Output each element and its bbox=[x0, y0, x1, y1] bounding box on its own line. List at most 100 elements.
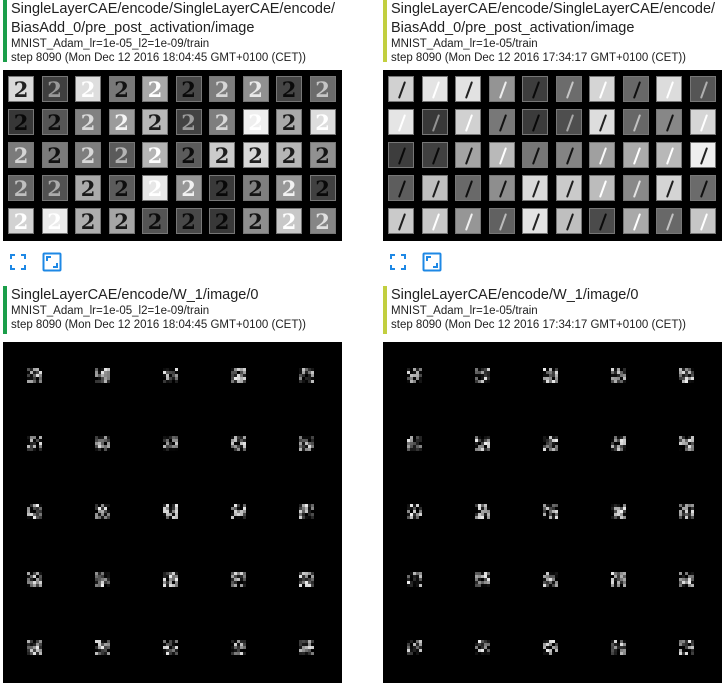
digit-stroke bbox=[464, 81, 474, 99]
digit-stroke bbox=[665, 147, 675, 165]
digit-glyph: 2 bbox=[114, 110, 129, 135]
digit-stroke bbox=[498, 114, 507, 132]
digit-stroke bbox=[598, 114, 608, 132]
digit-stroke bbox=[598, 180, 608, 198]
digit-glyph: 2 bbox=[147, 209, 163, 234]
weights-image[interactable] bbox=[3, 342, 342, 683]
activation-thumbnail bbox=[455, 76, 481, 102]
digit-glyph: 2 bbox=[281, 77, 297, 102]
digit-glyph: 2 bbox=[181, 110, 196, 135]
card-title-line2: BiasAdd_0/pre_post_activation/image bbox=[11, 20, 255, 36]
digit-glyph: 2 bbox=[315, 209, 330, 234]
weight-filter bbox=[163, 640, 178, 655]
weight-filter bbox=[679, 640, 694, 655]
digit-glyph: 2 bbox=[181, 176, 196, 201]
weights-image[interactable] bbox=[383, 342, 722, 683]
activation-thumbnail bbox=[388, 76, 414, 102]
image-card-weights-run1: SingleLayerCAE/encode/W_1/image/0 MNIST_… bbox=[3, 286, 345, 334]
activation-thumbnail bbox=[689, 175, 716, 201]
weight-filter bbox=[475, 436, 490, 451]
fit-screen-icon[interactable] bbox=[388, 252, 408, 272]
digit-stroke bbox=[699, 147, 708, 165]
digit-stroke bbox=[632, 81, 641, 99]
digit-glyph: 2 bbox=[47, 110, 62, 135]
fit-screen-icon[interactable] bbox=[8, 252, 28, 272]
digit-glyph: 2 bbox=[80, 77, 96, 102]
run-name: MNIST_Adam_lr=1e-05_l2=1e-09/train bbox=[11, 305, 210, 317]
digit-glyph: 2 bbox=[114, 77, 129, 102]
activation-thumbnail bbox=[689, 208, 716, 234]
digit-glyph: 2 bbox=[147, 143, 163, 168]
run-color-bar bbox=[3, 286, 7, 334]
weight-filter bbox=[611, 436, 626, 451]
weight-filter bbox=[95, 572, 110, 587]
activation-thumbnail bbox=[689, 142, 716, 168]
weight-filter bbox=[407, 572, 422, 587]
digit-glyph: 2 bbox=[80, 209, 96, 234]
weight-filter bbox=[299, 640, 314, 655]
activation-image-grid[interactable]: 2222222222222222222222222222222222222222… bbox=[3, 70, 342, 241]
activation-thumbnail bbox=[488, 76, 515, 102]
weight-filter bbox=[299, 368, 314, 383]
activation-thumbnail bbox=[522, 175, 548, 201]
card-header: SingleLayerCAE/encode/SingleLayerCAE/enc… bbox=[3, 0, 345, 64]
activation-thumbnail bbox=[555, 208, 582, 234]
weight-filter bbox=[95, 504, 110, 519]
activation-thumbnail bbox=[488, 109, 515, 135]
activation-thumbnail bbox=[522, 76, 548, 102]
weight-filter bbox=[163, 368, 178, 383]
weight-filter bbox=[407, 640, 422, 655]
digit-stroke bbox=[565, 180, 574, 198]
digit-glyph: 2 bbox=[315, 176, 330, 201]
activation-thumbnail: 2 bbox=[75, 142, 101, 168]
weight-filter bbox=[543, 504, 558, 519]
actual-size-icon[interactable] bbox=[42, 252, 62, 272]
weight-filter bbox=[27, 436, 42, 451]
activation-thumbnail: 2 bbox=[242, 175, 269, 201]
activation-thumbnail: 2 bbox=[142, 142, 168, 168]
digit-glyph: 2 bbox=[47, 143, 62, 168]
activation-thumbnail bbox=[589, 208, 615, 234]
image-card-weights-run2: SingleLayerCAE/encode/W_1/image/0 MNIST_… bbox=[383, 286, 724, 334]
digit-glyph: 2 bbox=[114, 209, 129, 234]
step-info: step 8090 (Mon Dec 12 2016 18:04:45 GMT+… bbox=[11, 51, 307, 64]
weight-filter bbox=[679, 504, 694, 519]
digit-glyph: 2 bbox=[248, 77, 263, 102]
digit-stroke bbox=[565, 81, 574, 99]
weight-filter bbox=[475, 640, 490, 655]
actual-size-icon[interactable] bbox=[422, 252, 442, 272]
digit-stroke bbox=[598, 213, 608, 231]
activation-thumbnail: 2 bbox=[75, 109, 101, 135]
weight-filter bbox=[679, 436, 694, 451]
activation-image-grid[interactable] bbox=[383, 70, 722, 241]
digit-stroke bbox=[665, 180, 675, 198]
activation-thumbnail: 2 bbox=[175, 109, 202, 135]
digit-stroke bbox=[431, 147, 440, 165]
activation-thumbnail: 2 bbox=[41, 76, 68, 102]
digit-glyph: 2 bbox=[214, 176, 230, 201]
digit-glyph: 2 bbox=[80, 143, 96, 168]
activation-thumbnail: 2 bbox=[75, 208, 101, 234]
weight-filter bbox=[611, 368, 626, 383]
weight-filter bbox=[407, 504, 422, 519]
weight-filter bbox=[163, 436, 178, 451]
digit-stroke bbox=[397, 180, 407, 198]
weight-filter bbox=[27, 504, 42, 519]
activation-thumbnail bbox=[488, 208, 515, 234]
image-card-activation-run1: SingleLayerCAE/encode/SingleLayerCAE/enc… bbox=[3, 0, 345, 64]
activation-thumbnail: 2 bbox=[276, 142, 302, 168]
weight-filter bbox=[163, 504, 178, 519]
activation-thumbnail: 2 bbox=[309, 208, 336, 234]
weight-filter bbox=[95, 436, 110, 451]
digit-stroke bbox=[464, 213, 474, 231]
digit-stroke bbox=[699, 180, 708, 198]
digit-stroke bbox=[498, 180, 507, 198]
activation-thumbnail bbox=[522, 142, 548, 168]
activation-thumbnail bbox=[555, 142, 582, 168]
activation-thumbnail: 2 bbox=[309, 109, 336, 135]
activation-thumbnail: 2 bbox=[142, 208, 168, 234]
image-controls bbox=[8, 252, 68, 274]
weight-filter bbox=[543, 436, 558, 451]
digit-stroke bbox=[431, 213, 440, 231]
digit-stroke bbox=[397, 147, 407, 165]
